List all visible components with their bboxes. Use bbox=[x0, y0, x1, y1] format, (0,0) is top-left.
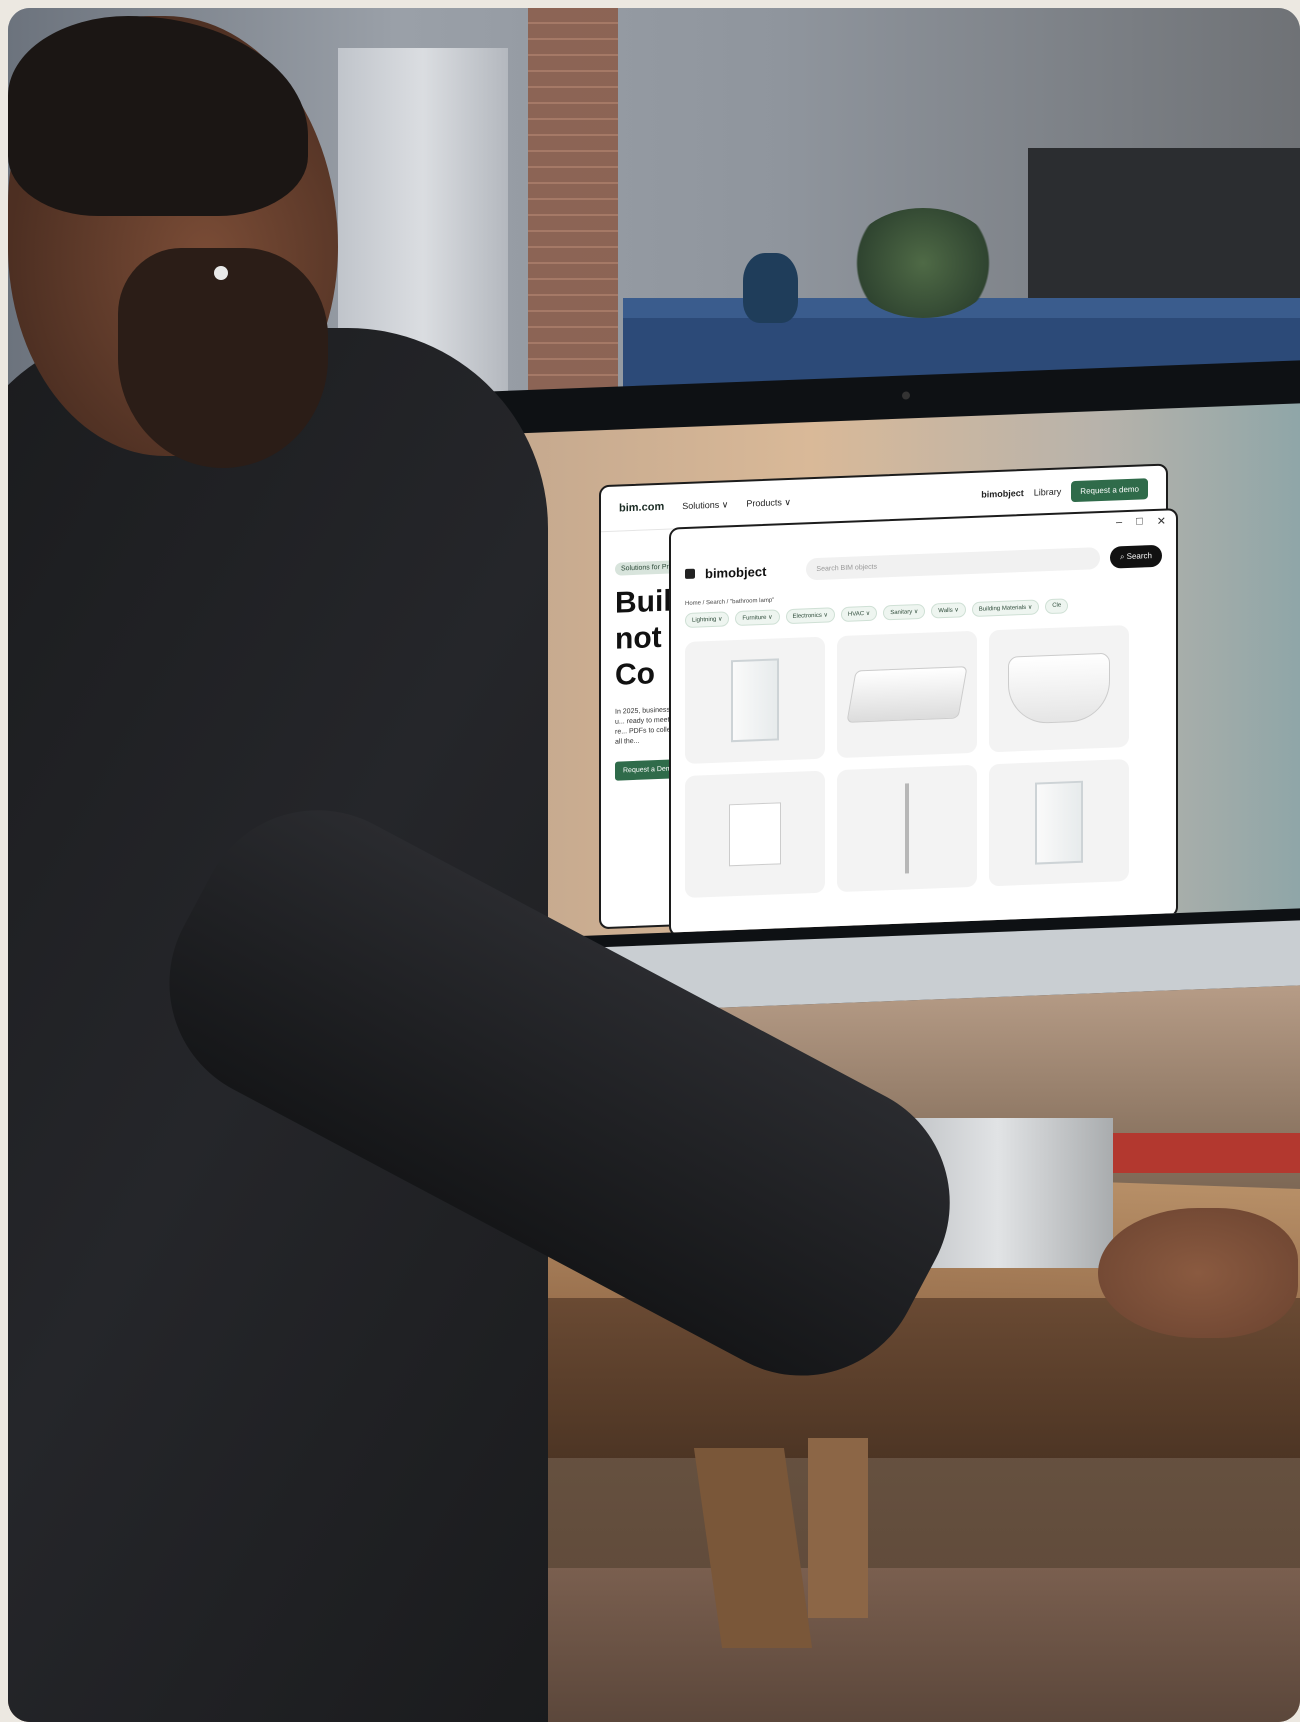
bim-com-logo[interactable]: bim.com bbox=[619, 501, 664, 515]
filter-more[interactable]: Cle bbox=[1045, 598, 1069, 615]
search-button-label: Search bbox=[1126, 551, 1152, 562]
shower-column-icon bbox=[905, 783, 909, 874]
vase-icon bbox=[743, 253, 798, 323]
product-card[interactable] bbox=[685, 636, 825, 765]
bimobject-window: – □ ✕ bimobject Search BIM objects ⌕ Sea… bbox=[669, 508, 1178, 937]
filter-building-materials[interactable]: Building Materials ∨ bbox=[971, 599, 1040, 617]
monitor-screen: bim.com Solutions ∨ Products ∨ bimobject… bbox=[484, 403, 1300, 940]
product-card[interactable] bbox=[989, 624, 1129, 753]
shower-enclosure-icon bbox=[731, 658, 779, 743]
request-demo-button[interactable]: Request a demo bbox=[1071, 477, 1148, 502]
bimobject-brand[interactable]: bimobject bbox=[981, 488, 1024, 500]
product-card[interactable] bbox=[837, 630, 977, 759]
person-beard bbox=[118, 248, 328, 468]
nav-products[interactable]: Products ∨ bbox=[746, 496, 791, 509]
vanity-cabinet-icon bbox=[729, 802, 781, 867]
desk-leg bbox=[808, 1438, 868, 1618]
filter-lightning[interactable]: Lightning ∨ bbox=[685, 611, 730, 629]
person-hand bbox=[1098, 1208, 1298, 1338]
minimize-icon[interactable]: – bbox=[1116, 516, 1122, 538]
bimobject-logo[interactable]: bimobject bbox=[705, 563, 766, 580]
plant-icon bbox=[848, 208, 998, 318]
library-link[interactable]: Library bbox=[1034, 487, 1062, 498]
shower-enclosure-icon bbox=[1035, 780, 1083, 865]
background-tv bbox=[1028, 148, 1300, 308]
camera-icon bbox=[902, 391, 910, 400]
filter-furniture[interactable]: Furniture ∨ bbox=[735, 609, 780, 627]
search-button[interactable]: ⌕ Search bbox=[1109, 544, 1162, 569]
close-icon[interactable]: ✕ bbox=[1157, 515, 1166, 537]
product-card[interactable] bbox=[837, 764, 977, 893]
product-grid bbox=[671, 611, 1176, 910]
product-card[interactable] bbox=[989, 758, 1129, 887]
filter-walls[interactable]: Walls ∨ bbox=[931, 602, 966, 619]
filter-sanitary[interactable]: Sanitary ∨ bbox=[883, 603, 926, 621]
earring-icon bbox=[214, 266, 228, 280]
nav-solutions[interactable]: Solutions ∨ bbox=[682, 499, 728, 512]
filter-electronics[interactable]: Electronics ∨ bbox=[785, 607, 835, 625]
menu-icon[interactable] bbox=[685, 568, 695, 580]
nav-right: bimobject Library Request a demo bbox=[981, 477, 1148, 505]
product-card[interactable] bbox=[685, 770, 825, 899]
toilet-icon bbox=[1008, 652, 1110, 725]
monitor: bim.com Solutions ∨ Products ∨ bimobject… bbox=[451, 360, 1300, 1018]
maximize-icon[interactable]: □ bbox=[1136, 515, 1143, 537]
search-input[interactable]: Search BIM objects bbox=[806, 547, 1100, 581]
photo-frame: bim.com Solutions ∨ Products ∨ bimobject… bbox=[8, 8, 1300, 1722]
brick-column bbox=[528, 8, 618, 428]
washbasin-icon bbox=[846, 666, 968, 723]
filter-hvac[interactable]: HVAC ∨ bbox=[840, 605, 878, 623]
